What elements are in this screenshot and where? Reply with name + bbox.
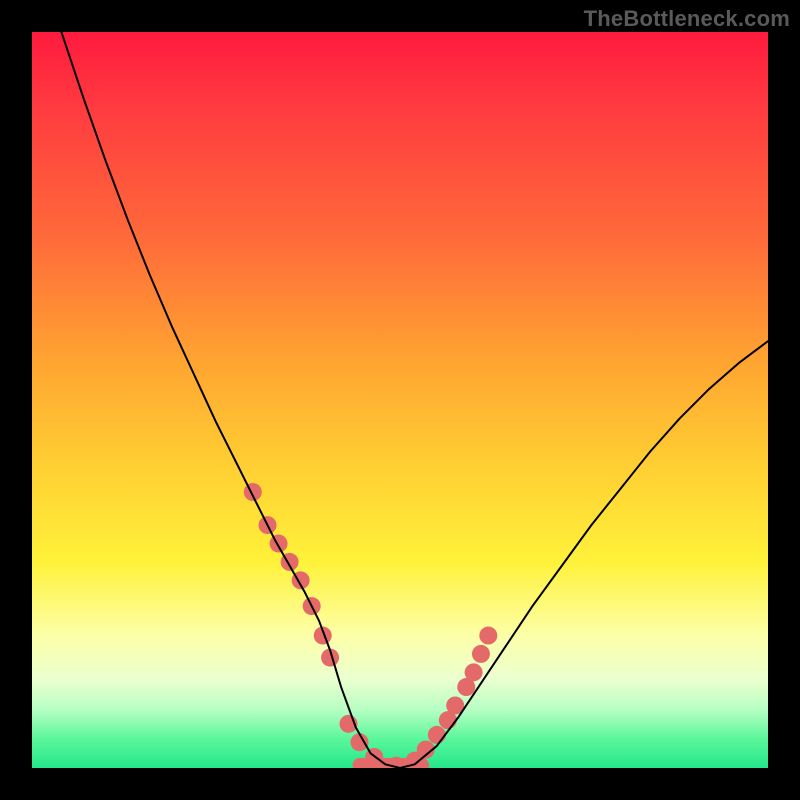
data-point <box>244 483 262 501</box>
fit-curve <box>61 32 768 768</box>
data-point <box>270 535 288 553</box>
fit-curve-layer <box>61 32 768 768</box>
data-point <box>428 726 446 744</box>
data-points-layer <box>244 483 498 768</box>
data-point <box>472 645 490 663</box>
chart-overlay <box>32 32 768 768</box>
data-point <box>465 663 483 681</box>
plot-area <box>32 32 768 768</box>
data-point <box>479 627 497 645</box>
chart-frame: TheBottleneck.com <box>0 0 800 800</box>
watermark-text: TheBottleneck.com <box>584 6 790 32</box>
